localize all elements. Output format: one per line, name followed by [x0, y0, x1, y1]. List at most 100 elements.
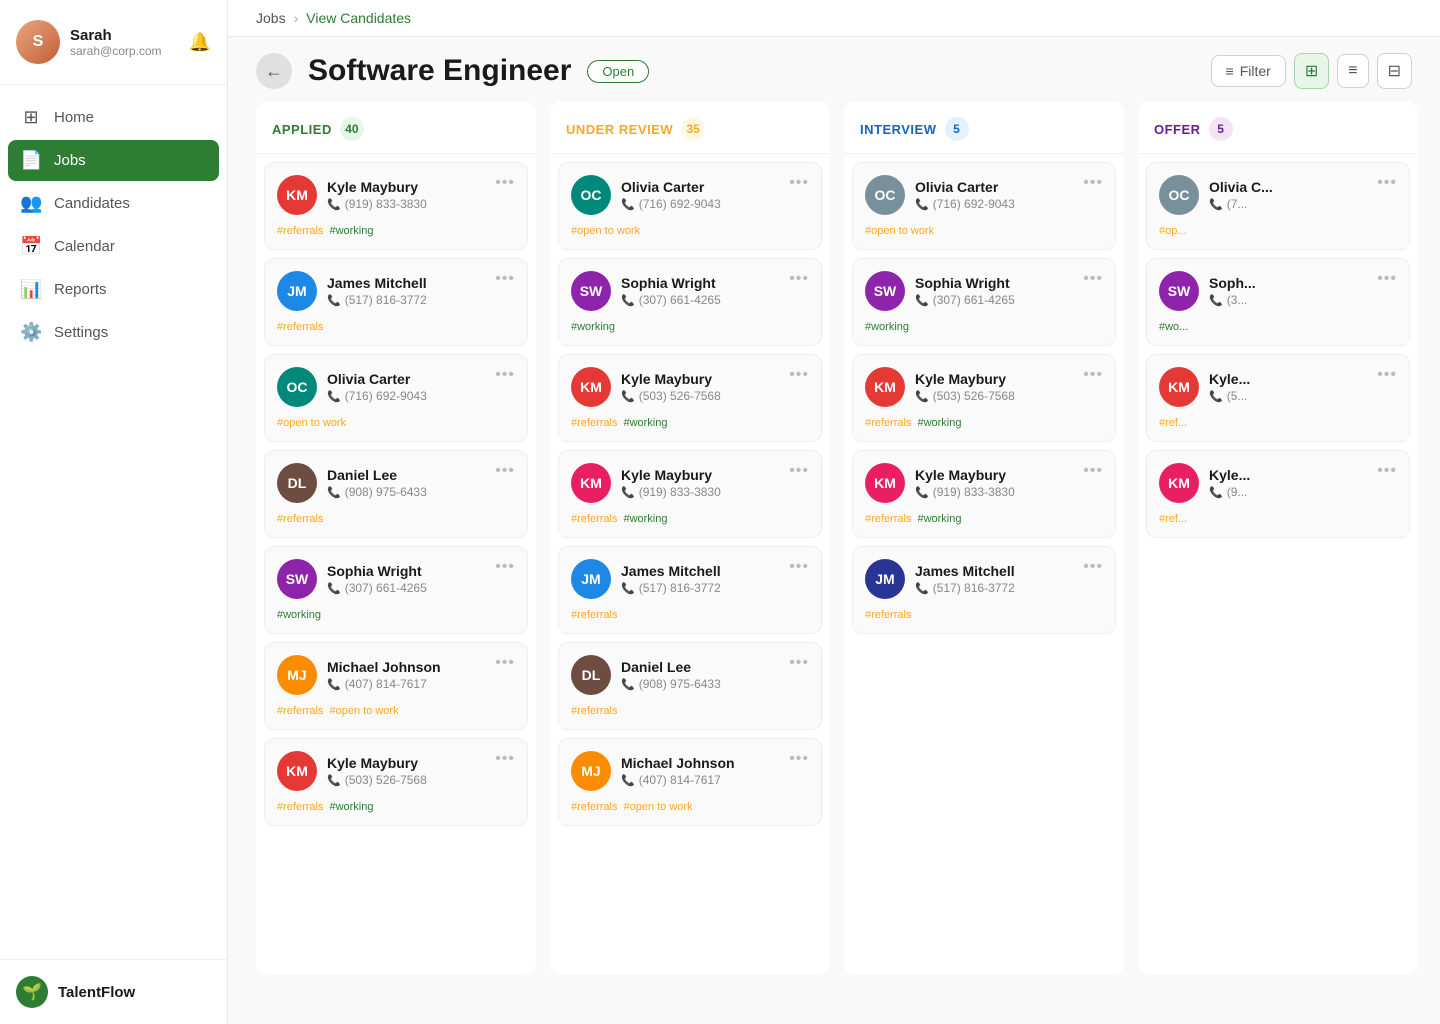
more-options-button[interactable]: •••	[495, 175, 515, 191]
candidate-card[interactable]: KMKyle Maybury📞(919) 833-3830•••#referra…	[264, 162, 528, 250]
candidate-card[interactable]: DLDaniel Lee📞(908) 975-6433•••#referrals	[558, 642, 822, 730]
breadcrumb-current: View Candidates	[306, 10, 411, 26]
phone-icon: 📞	[915, 198, 929, 211]
more-options-button[interactable]: •••	[789, 559, 809, 575]
sidebar-item-jobs[interactable]: 📄 Jobs	[8, 140, 219, 181]
sidebar-item-candidates[interactable]: 👥 Candidates	[8, 183, 219, 224]
candidate-phone: (9...	[1227, 485, 1248, 499]
grid-view-button[interactable]: ⊞	[1294, 53, 1329, 89]
more-options-button[interactable]: •••	[495, 655, 515, 671]
candidate-card[interactable]: JMJames Mitchell📞(517) 816-3772•••#refer…	[264, 258, 528, 346]
candidate-card[interactable]: OCOlivia Carter📞(716) 692-9043•••#open t…	[264, 354, 528, 442]
more-options-button[interactable]: •••	[1377, 367, 1397, 383]
phone-icon: 📞	[621, 678, 635, 691]
notification-bell-icon[interactable]: 🔔	[189, 32, 211, 53]
more-options-button[interactable]: •••	[1377, 463, 1397, 479]
candidate-card[interactable]: KMKyle Maybury📞(919) 833-3830•••#referra…	[852, 450, 1116, 538]
more-options-button[interactable]: •••	[789, 271, 809, 287]
candidate-phone: (503) 526-7568	[933, 389, 1015, 403]
user-name: Sarah	[70, 27, 179, 44]
candidate-card[interactable]: SWSophia Wright📞(307) 661-4265•••#workin…	[264, 546, 528, 634]
candidate-phone: (307) 661-4265	[933, 293, 1015, 307]
candidate-card[interactable]: OCOlivia Carter📞(716) 692-9043•••#open t…	[852, 162, 1116, 250]
breadcrumb-separator: ›	[294, 10, 299, 26]
candidate-card[interactable]: SWSophia Wright📞(307) 661-4265•••#workin…	[852, 258, 1116, 346]
more-options-button[interactable]: •••	[1083, 463, 1103, 479]
candidate-card[interactable]: MJMichael Johnson📞(407) 814-7617•••#refe…	[558, 738, 822, 826]
more-options-button[interactable]: •••	[495, 463, 515, 479]
more-options-button[interactable]: •••	[1377, 175, 1397, 191]
candidate-tags: #referrals	[571, 703, 809, 719]
more-options-button[interactable]: •••	[495, 559, 515, 575]
sidebar-item-home[interactable]: ⊞ Home	[8, 97, 219, 138]
column-review: UNDER REVIEW35 OCOlivia Carter📞(716) 692-…	[550, 101, 830, 975]
page-title: Software Engineer	[308, 54, 571, 88]
candidate-card[interactable]: DLDaniel Lee📞(908) 975-6433•••#referrals	[264, 450, 528, 538]
phone-icon: 📞	[915, 390, 929, 403]
candidate-card[interactable]: OCOlivia Carter📞(716) 692-9043•••#open t…	[558, 162, 822, 250]
filter-button[interactable]: ≡ Filter	[1211, 55, 1286, 87]
candidate-phone: (908) 975-6433	[639, 677, 721, 691]
sidebar-item-label: Candidates	[54, 195, 130, 212]
reports-icon: 📊	[20, 279, 42, 300]
sidebar-item-label: Settings	[54, 324, 108, 341]
phone-icon: 📞	[327, 198, 341, 211]
more-options-button[interactable]: •••	[789, 655, 809, 671]
candidate-name: Olivia Carter	[621, 179, 721, 195]
back-button[interactable]: ←	[256, 53, 292, 89]
column-title-review: UNDER REVIEW	[566, 122, 673, 137]
candidate-card[interactable]: SWSoph...📞(3...•••#wo...	[1146, 258, 1410, 346]
candidate-card[interactable]: KMKyle...📞(5...•••#ref...	[1146, 354, 1410, 442]
more-options-button[interactable]: •••	[495, 751, 515, 767]
phone-icon: 📞	[915, 486, 929, 499]
more-options-button[interactable]: •••	[789, 751, 809, 767]
more-options-button[interactable]: •••	[789, 463, 809, 479]
more-options-button[interactable]: •••	[789, 367, 809, 383]
candidate-card[interactable]: KMKyle Maybury📞(503) 526-7568•••#referra…	[558, 354, 822, 442]
candidate-card[interactable]: KMKyle Maybury📞(919) 833-3830•••#referra…	[558, 450, 822, 538]
candidate-tags: #ref...	[1159, 415, 1397, 431]
compact-view-button[interactable]: ⊟	[1377, 53, 1412, 89]
candidate-card[interactable]: OCOlivia C...📞(7...•••#op...	[1146, 162, 1410, 250]
candidate-phone: (407) 814-7617	[345, 677, 427, 691]
candidate-phone: (517) 816-3772	[345, 293, 427, 307]
candidate-phone: (307) 661-4265	[345, 581, 427, 595]
tag: #working	[865, 319, 909, 335]
tag: #working	[917, 511, 961, 527]
candidate-tags: #open to work	[277, 415, 515, 431]
breadcrumb-jobs[interactable]: Jobs	[256, 10, 286, 26]
candidate-tags: #referrals#working	[277, 799, 515, 815]
status-badge: Open	[587, 60, 649, 83]
sidebar-item-settings[interactable]: ⚙️ Settings	[8, 312, 219, 353]
list-view-button[interactable]: ≡	[1337, 54, 1368, 88]
more-options-button[interactable]: •••	[1083, 175, 1103, 191]
more-options-button[interactable]: •••	[1083, 367, 1103, 383]
sidebar-item-label: Home	[54, 109, 94, 126]
avatar: OC	[277, 367, 317, 407]
phone-icon: 📞	[327, 582, 341, 595]
candidate-card[interactable]: KMKyle Maybury📞(503) 526-7568•••#referra…	[852, 354, 1116, 442]
candidate-card[interactable]: JMJames Mitchell📞(517) 816-3772•••#refer…	[558, 546, 822, 634]
more-options-button[interactable]: •••	[495, 271, 515, 287]
candidate-card[interactable]: JMJames Mitchell📞(517) 816-3772•••#refer…	[852, 546, 1116, 634]
more-options-button[interactable]: •••	[495, 367, 515, 383]
phone-icon: 📞	[327, 294, 341, 307]
candidate-card[interactable]: MJMichael Johnson📞(407) 814-7617•••#refe…	[264, 642, 528, 730]
column-header-applied: APPLIED40	[256, 101, 536, 154]
candidate-name: Michael Johnson	[621, 755, 735, 771]
tag: #working	[623, 511, 667, 527]
tag: #working	[329, 799, 373, 815]
more-options-button[interactable]: •••	[789, 175, 809, 191]
sidebar-item-reports[interactable]: 📊 Reports	[8, 269, 219, 310]
candidate-card[interactable]: SWSophia Wright📞(307) 661-4265•••#workin…	[558, 258, 822, 346]
sidebar-item-calendar[interactable]: 📅 Calendar	[8, 226, 219, 267]
more-options-button[interactable]: •••	[1377, 271, 1397, 287]
candidate-card[interactable]: KMKyle Maybury📞(503) 526-7568•••#referra…	[264, 738, 528, 826]
more-options-button[interactable]: •••	[1083, 559, 1103, 575]
more-options-button[interactable]: •••	[1083, 271, 1103, 287]
column-header-review: UNDER REVIEW35	[550, 101, 830, 154]
page-header: ← Software Engineer Open ≡ Filter ⊞ ≡ ⊟	[228, 37, 1440, 101]
candidate-card[interactable]: KMKyle...📞(9...•••#ref...	[1146, 450, 1410, 538]
brand-logo: 🌱	[16, 976, 48, 1008]
tag: #ref...	[1159, 511, 1187, 527]
